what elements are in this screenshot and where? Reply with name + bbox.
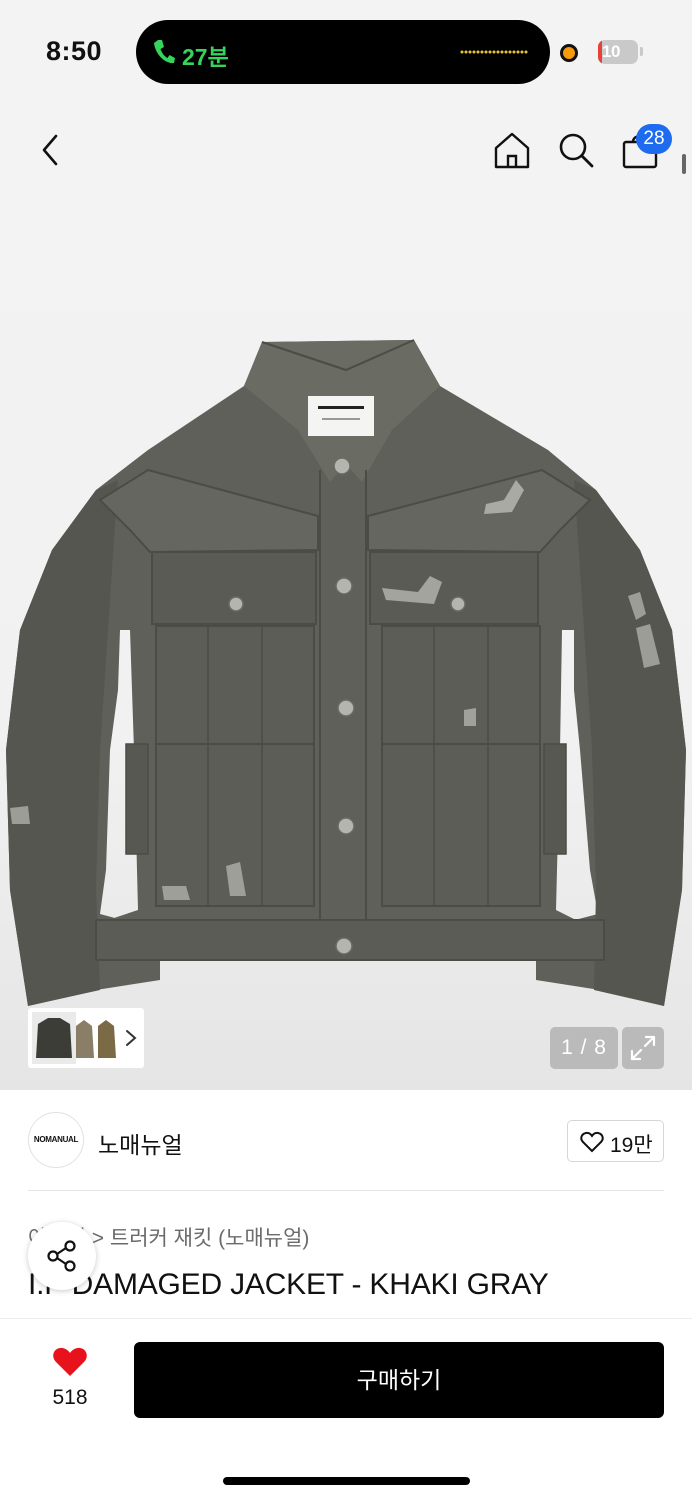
dynamic-island[interactable]: 27분 bbox=[136, 20, 550, 84]
phone-icon bbox=[154, 40, 175, 64]
brand-logo[interactable]: NOMANUAL bbox=[28, 1112, 84, 1168]
heart-outline-icon bbox=[580, 1131, 604, 1153]
battery-level: 10 bbox=[602, 42, 620, 61]
brand-like-button[interactable]: 19만 bbox=[567, 1120, 664, 1162]
clock: 8:50 bbox=[46, 36, 103, 66]
recording-dot-icon bbox=[560, 44, 578, 62]
heart-filled-icon[interactable] bbox=[52, 1346, 88, 1378]
variant-thumbnail-images bbox=[32, 1012, 116, 1064]
battery-cap bbox=[640, 47, 643, 56]
product-image-gallery[interactable]: 1 / 8 bbox=[0, 200, 692, 1090]
buy-button[interactable]: 구매하기 bbox=[134, 1342, 664, 1418]
favorite-count: 518 bbox=[52, 1386, 88, 1409]
share-button[interactable] bbox=[28, 1222, 96, 1290]
search-icon[interactable] bbox=[556, 130, 596, 170]
product-jacket-image bbox=[6, 339, 686, 1006]
expand-icon[interactable] bbox=[622, 1027, 664, 1069]
scroll-indicator bbox=[682, 154, 686, 174]
brand-name[interactable]: 노매뉴얼 bbox=[98, 1126, 183, 1160]
brand-like-count: 19만 bbox=[610, 1134, 653, 1157]
audio-waveform-icon bbox=[460, 50, 528, 54]
home-indicator[interactable] bbox=[223, 1477, 470, 1485]
divider bbox=[28, 1190, 664, 1191]
chevron-right-icon[interactable] bbox=[124, 1028, 138, 1048]
battery-icon: 10 bbox=[598, 40, 638, 64]
call-duration: 27분 bbox=[182, 44, 229, 70]
product-title: I.P DAMAGED JACKET - KHAKI GRAY bbox=[28, 1268, 549, 1301]
image-pager: 1 / 8 bbox=[550, 1027, 618, 1069]
cart-count-badge: 28 bbox=[636, 124, 672, 154]
home-icon[interactable] bbox=[492, 130, 532, 170]
color-variant-thumbnails[interactable] bbox=[28, 1008, 144, 1068]
share-icon bbox=[47, 1240, 76, 1272]
back-icon[interactable] bbox=[36, 132, 64, 168]
status-bar: 8:50 27분 10 bbox=[0, 0, 692, 100]
